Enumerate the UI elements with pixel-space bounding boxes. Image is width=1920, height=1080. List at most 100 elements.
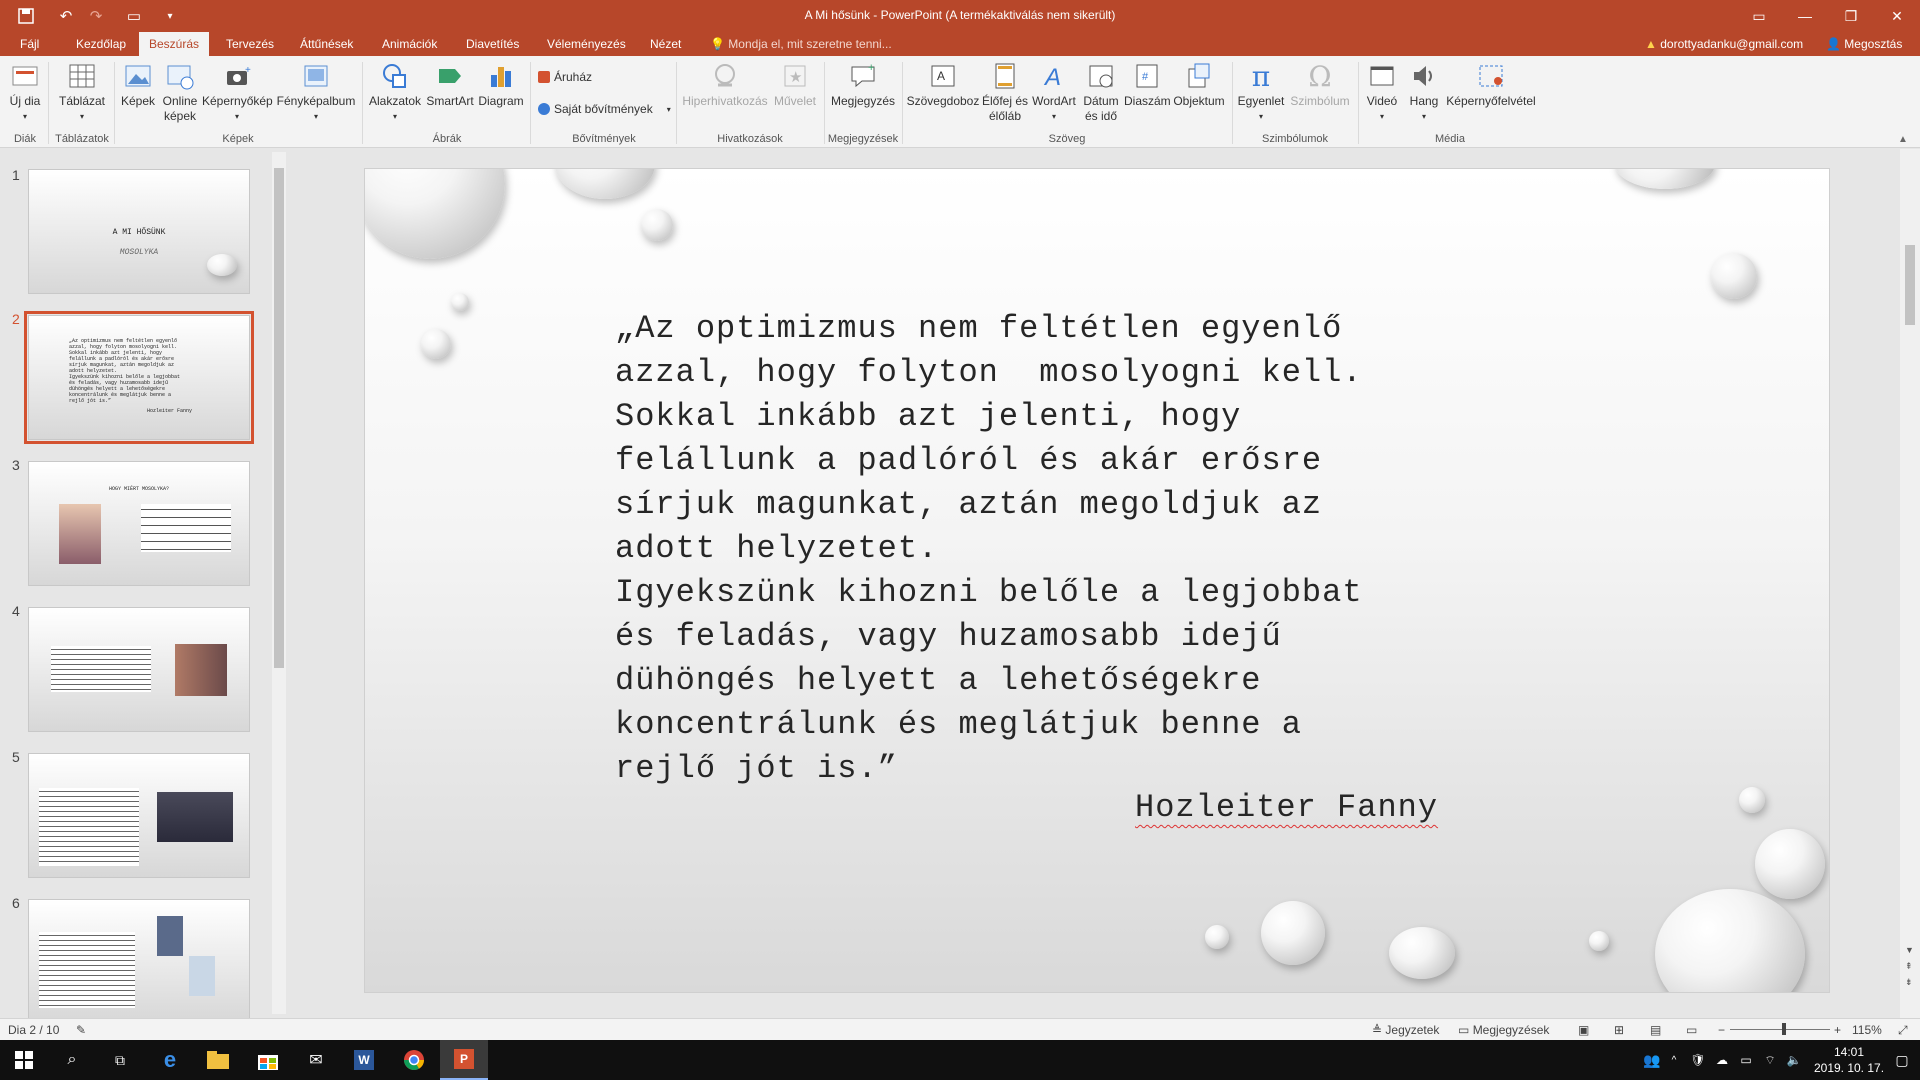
slide-thumbnail-3[interactable]: HOGY MIÉRT MOSOLYKA? — [28, 461, 250, 586]
online-pictures-button[interactable]: Online képek — [158, 60, 202, 124]
fit-to-window-icon[interactable]: ⤢ — [1898, 1023, 1908, 1038]
tab-view[interactable]: Nézet — [640, 32, 691, 56]
zoom-in-button[interactable]: + — [1834, 1023, 1841, 1037]
zoom-slider-handle[interactable] — [1782, 1023, 1786, 1035]
symbol-button[interactable]: Ω Szimbólum — [1286, 60, 1354, 109]
thumb-bullet-list — [141, 504, 231, 552]
onedrive-icon[interactable]: ☁ — [1710, 1040, 1734, 1080]
action-button[interactable]: ★ Művelet — [768, 60, 822, 109]
minimize-button[interactable]: — — [1782, 0, 1828, 32]
screenshot-button[interactable]: + Képernyőkép ▾ — [202, 60, 273, 124]
date-time-button[interactable]: Dátum és idő — [1078, 60, 1124, 124]
tab-transitions[interactable]: Áttűnések — [290, 32, 363, 56]
collapse-ribbon-icon[interactable]: ▲ — [1898, 134, 1908, 145]
table-button[interactable]: Táblázat ▾ — [56, 60, 108, 124]
account-area[interactable]: ▲ dorottyadanku@gmail.com — [1645, 32, 1803, 56]
battery-icon[interactable]: ▭ — [1734, 1040, 1758, 1080]
symbol-label: Szimbólum — [1290, 94, 1350, 108]
slide-number-label: Diaszám — [1124, 94, 1171, 108]
zoom-out-button[interactable]: − — [1718, 1023, 1725, 1037]
smartart-button[interactable]: SmartArt — [424, 60, 476, 109]
share-button[interactable]: 👤 Megosztás — [1826, 32, 1902, 56]
shapes-button[interactable]: Alakzatok ▾ — [366, 60, 424, 124]
security-icon[interactable]: 🛡 — [1686, 1040, 1710, 1080]
store-icon[interactable] — [244, 1040, 292, 1080]
slide-thumbnail-1[interactable]: A MI HŐSÜNK MOSOLYKA — [28, 169, 250, 294]
slide-thumbnail-5[interactable] — [28, 753, 250, 878]
group-separator — [824, 62, 825, 144]
tab-design[interactable]: Tervezés — [216, 32, 284, 56]
equation-button[interactable]: π Egyenlet ▾ — [1236, 60, 1286, 124]
show-hidden-icons[interactable]: ^ — [1662, 1040, 1686, 1080]
new-slide-button[interactable]: Új dia ▾ — [6, 60, 44, 124]
file-explorer-icon[interactable] — [194, 1040, 242, 1080]
wordart-button[interactable]: A WordArt ▾ — [1030, 60, 1078, 124]
slide-number-button[interactable]: # Diaszám — [1124, 60, 1171, 109]
zoom-slider[interactable] — [1730, 1029, 1830, 1030]
water-drop — [421, 329, 451, 359]
tab-slideshow[interactable]: Diavetítés — [456, 32, 529, 56]
header-footer-button[interactable]: Élőfej és élőláb — [980, 60, 1030, 124]
date-time-label-line1: Dátum — [1083, 94, 1119, 108]
table-icon — [66, 60, 98, 92]
thumbnail-scrollbar[interactable] — [272, 152, 286, 1014]
powerpoint-icon[interactable]: P — [440, 1040, 488, 1080]
windows-start-icon[interactable] — [0, 1040, 48, 1080]
tab-insert[interactable]: Beszúrás — [139, 32, 210, 56]
video-button[interactable]: Videó ▾ — [1362, 60, 1402, 124]
comments-button[interactable]: ▭ Megjegyzések — [1458, 1023, 1549, 1037]
edge-browser-icon[interactable]: e — [146, 1040, 194, 1080]
normal-view-icon[interactable]: ▣ — [1578, 1023, 1589, 1037]
spellcheck-icon[interactable]: ✎ — [76, 1023, 86, 1037]
pictures-button[interactable]: Képek — [118, 60, 158, 109]
comment-button[interactable]: + Megjegyzés — [826, 60, 900, 109]
slideshow-view-icon[interactable]: ▭ — [1686, 1023, 1697, 1037]
store-button[interactable]: Áruház — [538, 70, 592, 84]
warning-icon: ▲ — [1645, 37, 1657, 51]
tab-home[interactable]: Kezdőlap — [66, 32, 136, 56]
tab-review[interactable]: Véleményezés — [537, 32, 636, 56]
current-slide[interactable]: „Az optimizmus nem feltétlen egyenlő azz… — [364, 168, 1830, 993]
group-illustrations-label: Ábrák — [432, 133, 462, 145]
mail-icon[interactable]: ✉ — [292, 1040, 340, 1080]
slide-thumbnail-2[interactable]: „Az optimizmus nem feltétlen egyenlő azz… — [24, 311, 254, 444]
reading-view-icon[interactable]: ▤ — [1650, 1023, 1661, 1037]
action-center-icon[interactable]: ▢ — [1884, 1040, 1920, 1080]
maximize-button[interactable]: ❐ — [1828, 0, 1874, 32]
my-addins-button[interactable]: Saját bővítmények ▾ — [538, 102, 671, 116]
previous-slide-icon[interactable]: ⇞ — [1905, 961, 1913, 972]
search-icon[interactable]: ⌕ — [48, 1040, 96, 1080]
clock[interactable]: 14:01 2019. 10. 17. — [1806, 1044, 1892, 1076]
chart-button[interactable]: Diagram — [476, 60, 526, 109]
word-icon[interactable]: W — [340, 1040, 388, 1080]
screen-recording-button[interactable]: Képernyőfelvétel — [1444, 60, 1538, 109]
thumb-text-block — [39, 932, 135, 1008]
tab-animations[interactable]: Animációk — [372, 32, 447, 56]
hyperlink-button[interactable]: Hiperhivatkozás — [680, 60, 770, 109]
quote-author[interactable]: Hozleiter Fanny — [1135, 789, 1438, 826]
tell-me-box[interactable]: 💡 Mondja el, mit szeretne tenni... — [710, 32, 892, 56]
wifi-icon[interactable]: ⌔ — [1758, 1040, 1782, 1080]
next-slide-icon[interactable]: ⇟ — [1905, 977, 1913, 988]
scrollbar-thumb[interactable] — [1905, 245, 1915, 325]
notes-button[interactable]: ≜ Jegyzetek — [1372, 1023, 1439, 1037]
volume-icon[interactable]: 🔈 — [1782, 1040, 1806, 1080]
slide-sorter-view-icon[interactable]: ⊞ — [1614, 1023, 1624, 1037]
zoom-level[interactable]: 115% — [1852, 1023, 1882, 1037]
slide-thumbnail-4[interactable] — [28, 607, 250, 732]
close-button[interactable]: ✕ — [1874, 0, 1920, 32]
quote-text[interactable]: „Az optimizmus nem feltétlen egyenlő azz… — [615, 307, 1515, 791]
object-button[interactable]: Objektum — [1170, 60, 1228, 109]
water-drop — [1755, 829, 1825, 899]
slide-thumbnail-6[interactable] — [28, 899, 250, 1024]
scroll-down-icon[interactable]: ▼ — [1905, 945, 1914, 955]
photo-album-button[interactable]: Fényképalbum ▾ — [274, 60, 358, 124]
ribbon-display-options-icon[interactable]: ▭ — [1736, 0, 1782, 32]
chrome-icon[interactable] — [390, 1040, 438, 1080]
editor-scrollbar[interactable]: ▼ ⇞ ⇟ — [1900, 149, 1920, 1018]
scrollbar-thumb[interactable] — [274, 168, 284, 668]
audio-button[interactable]: Hang ▾ — [1404, 60, 1444, 124]
textbox-button[interactable]: A Szövegdoboz — [906, 60, 980, 109]
tab-file[interactable]: Fájl — [10, 32, 49, 56]
task-view-icon[interactable]: ⧉ — [96, 1040, 144, 1080]
